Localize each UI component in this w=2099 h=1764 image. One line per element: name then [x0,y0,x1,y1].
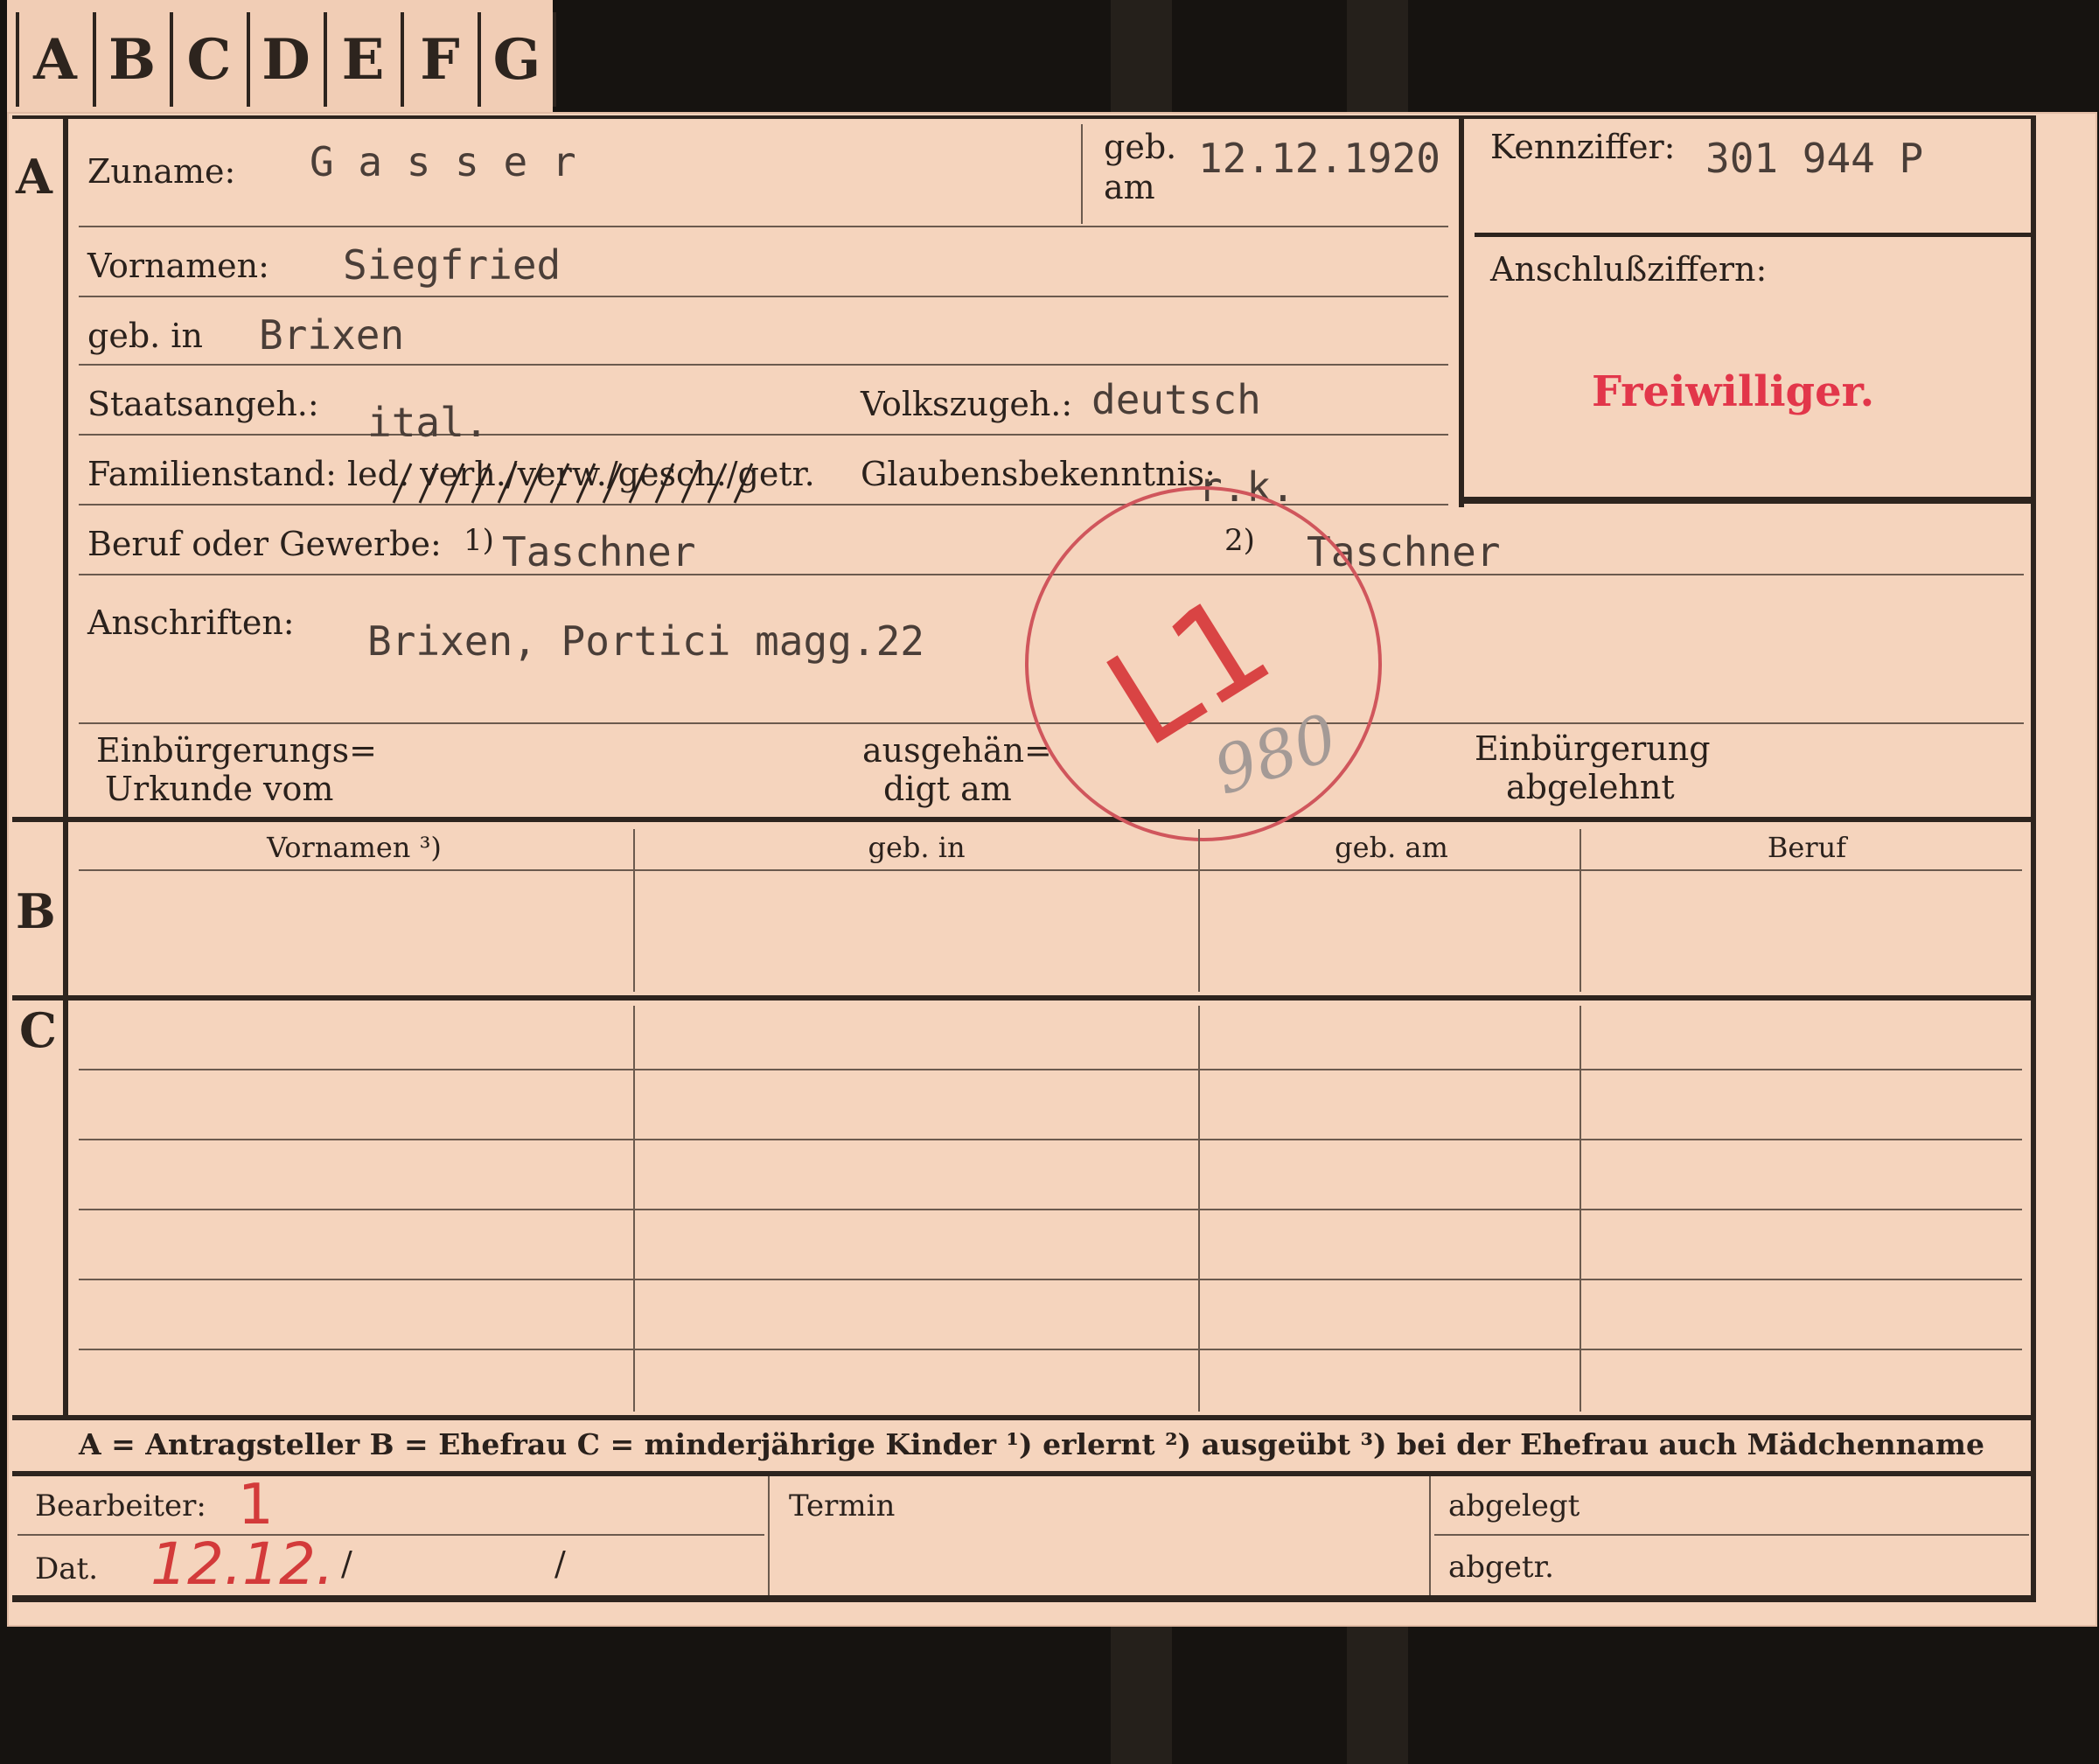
familienstand-strikeout [392,463,754,504]
anschlussziffern-label: Anschlußziffern: [1490,250,1768,289]
vornamen-value: Siegfried [343,241,561,289]
staatsangeh-label: Staatsangeh.: [87,385,319,423]
rule-a-b [12,817,2036,822]
geb-am-value: 12.12.1920 [1198,135,1440,182]
col-header-geb-in: geb. in [868,831,966,864]
dat-slash-1: / [341,1544,352,1583]
beruf-mark-1: 1) [464,523,494,558]
section-a-label: A [16,149,52,205]
geb-in-label: geb. in [87,317,203,355]
top-rule [12,115,2036,119]
kennziffer-box-left [1459,119,1464,507]
line [1429,1476,1431,1595]
zuname-value: G a s s e r [310,138,576,185]
tab-e: E [324,12,399,107]
line [79,434,1448,436]
line [17,1534,764,1536]
line [1198,829,1200,992]
line [1579,829,1581,992]
col-header-beruf: Beruf [1767,831,1847,864]
glaubensbekenntnis-label: Glaubensbekenntnis: [861,455,1216,493]
legend: A = Antragsteller B = Ehefrau C = minder… [79,1427,1984,1461]
vornamen-label: Vornamen: [87,247,269,285]
abgelehnt-label-1: Einbürgerung [1475,729,1711,768]
tab-b: B [93,12,168,107]
bearbeiter-value: 1 [238,1473,274,1537]
geb-am-label-1: geb. [1104,128,1177,166]
geb-am-label-2: am [1104,168,1155,206]
tab-d: D [247,12,322,107]
line [79,1279,2022,1280]
rule-c-legend [12,1415,2036,1420]
line [79,226,1448,227]
left-rule [63,119,68,1420]
abgelehnt-label-2: abgelehnt [1506,768,1675,806]
line [79,869,2022,871]
dat-slash-2: / [554,1544,566,1583]
section-c-label: C [19,1002,57,1058]
geb-in-value: Brixen [259,311,405,359]
line [79,1069,2022,1070]
zuname-label: Zuname: [87,152,236,191]
kennziffer-box-mid [1475,233,2031,237]
tab-c: C [170,12,245,107]
col-header-geb-am: geb. am [1335,831,1448,864]
dat-label: Dat. [35,1551,99,1586]
volkszugeh-label: Volkszugeh.: [861,385,1073,423]
einbuergerung-label-2: Urkunde vom [105,770,334,808]
right-rule [2031,119,2036,1597]
ausgehaendigt-label-1: ausgehän= [862,731,1052,770]
tab-f: F [401,12,476,107]
einbuergerung-label-1: Einbürgerungs= [96,731,377,770]
dat-value: 12.12. [150,1530,334,1598]
abgetr-label: abgetr. [1448,1550,1554,1585]
col-header-vornamen: Vornamen ³) [267,831,442,864]
line [768,1476,770,1595]
section-b-label: B [16,883,56,939]
freiwilliger-stamp: Freiwilliger. [1592,367,1875,416]
tab-g: G [478,12,556,107]
line [79,1349,2022,1350]
ausgehaendigt-label-2: digt am [883,770,1012,808]
line [79,364,1448,366]
line [79,296,1448,297]
anschriften-value: Brixen, Portici magg.22 [367,617,924,665]
kennziffer-box-bottom [1459,497,2033,504]
beruf-value-erlernt: Taschner [502,528,696,575]
kennziffer-label: Kennziffer: [1490,128,1676,166]
abgelegt-label: abgelegt [1448,1489,1580,1523]
volkszugeh-value: deutsch [1091,376,1261,423]
anschriften-label: Anschriften: [87,603,295,642]
rule-legend-footer [12,1471,2036,1476]
termin-label: Termin [789,1489,896,1523]
line [1434,1534,2029,1536]
tab-a: A [16,12,91,107]
bearbeiter-label: Bearbeiter: [35,1489,206,1523]
line [79,1139,2022,1140]
line [79,1209,2022,1210]
index-tabs: A B C D E F G [7,0,556,119]
rule-b-c [12,995,2036,1001]
line [1081,124,1083,224]
staatsangeh-value: ital. [367,399,489,446]
line [633,829,635,992]
kennziffer-value: 301 944 P [1705,135,1924,182]
beruf-label: Beruf oder Gewerbe: [87,525,442,563]
